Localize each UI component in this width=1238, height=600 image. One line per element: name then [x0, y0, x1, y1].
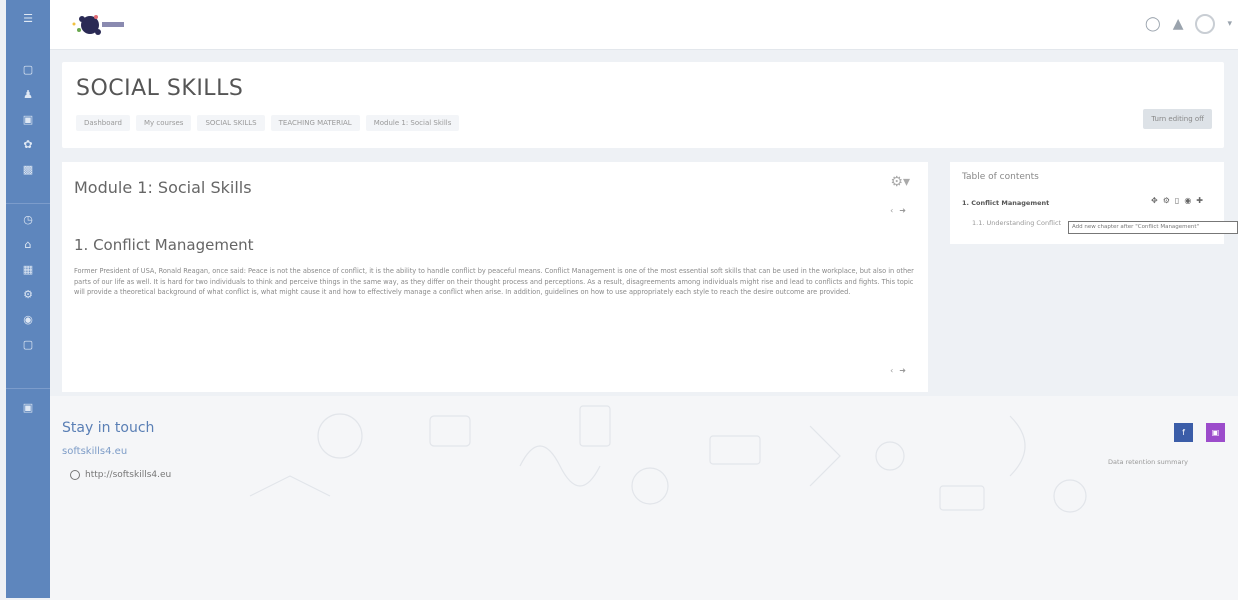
folder-icon[interactable]: ▢ — [6, 58, 50, 80]
files-icon[interactable]: ⚙ — [6, 283, 50, 305]
calendar-icon[interactable]: ▦ — [6, 258, 50, 280]
avatar[interactable] — [1195, 14, 1216, 34]
next-chapter-icon[interactable]: ‹➜ — [890, 206, 912, 215]
lock-icon[interactable]: ▣ — [6, 108, 50, 130]
breadcrumb-dashboard[interactable]: Dashboard — [76, 115, 130, 131]
gear-icon[interactable]: ⚙▾ — [890, 174, 910, 190]
instagram-icon[interactable]: ▣ — [1206, 423, 1225, 442]
turn-editing-off-button[interactable]: Turn editing off — [1143, 109, 1212, 129]
home-icon[interactable]: ⌂ — [6, 233, 50, 255]
nav-rail: ☰ ▢ ♟ ▣ ✿ ▩ ◷ ⌂ ▦ ⚙ ◉ ▢ ▣ — [6, 0, 50, 598]
breadcrumb: Dashboard My courses SOCIAL SKILLS TEACH… — [76, 115, 460, 131]
stay-in-touch-heading: Stay in touch — [62, 420, 155, 436]
globe-icon — [70, 470, 80, 480]
facebook-icon[interactable]: f — [1174, 423, 1193, 442]
chat-icon[interactable]: ◯ — [1145, 16, 1161, 32]
menu-icon[interactable]: ☰ — [6, 7, 50, 29]
breadcrumb-my-courses[interactable]: My courses — [135, 115, 192, 131]
grades-icon[interactable]: ▩ — [6, 158, 50, 180]
book-content: Module 1: Social Skills ⚙▾ ‹➜ 1. Conflic… — [62, 162, 928, 392]
website-url[interactable]: http://softskills4.eu — [85, 470, 171, 480]
settings-icon[interactable]: ✿ — [6, 133, 50, 155]
page-title: SOCIAL SKILLS — [76, 76, 244, 101]
footer-doodle-pattern — [249, 405, 1087, 513]
chapter-tools: ✥⚙▯◉✚ — [1151, 196, 1208, 205]
breadcrumb-module[interactable]: Module 1: Social Skills — [365, 115, 460, 131]
website-link[interactable]: http://softskills4.eu — [70, 470, 171, 480]
settings-icon[interactable]: ⚙ — [1163, 196, 1175, 205]
badge-icon[interactable]: ◉ — [6, 308, 50, 330]
chapter-body: Former President of USA, Ronald Reagan, … — [74, 267, 914, 297]
chevron-down-icon[interactable]: ▾ — [1227, 19, 1232, 29]
site-name: softskills4.eu — [62, 446, 128, 457]
visibility-icon[interactable]: ◉ — [1184, 196, 1196, 205]
course-icon[interactable]: ▣ — [6, 396, 50, 418]
bell-icon[interactable]: ▲ — [1173, 16, 1184, 32]
rail-divider-2 — [6, 388, 50, 389]
top-bar: ◯ ▲ ▾ — [50, 0, 1238, 50]
breadcrumb-section[interactable]: TEACHING MATERIAL — [270, 115, 360, 131]
rail-divider — [6, 203, 50, 204]
footer: Stay in touch softskills4.eu http://soft… — [50, 396, 1238, 600]
toc-subchapter[interactable]: 1.1. Understanding Conflict — [972, 219, 1061, 227]
breadcrumb-course[interactable]: SOCIAL SKILLS — [197, 115, 265, 131]
module-title: Module 1: Social Skills — [74, 178, 252, 197]
data-retention-link[interactable]: Data retention summary — [1108, 458, 1188, 466]
delete-icon[interactable]: ▯ — [1175, 196, 1184, 205]
chapter-title: 1. Conflict Management — [74, 236, 254, 254]
next-page-icon[interactable]: ‹➜ — [890, 366, 912, 375]
people-icon[interactable]: ♟ — [6, 83, 50, 105]
toc-chapter[interactable]: 1. Conflict Management — [962, 199, 1049, 207]
course-folder-icon[interactable]: ▢ — [6, 333, 50, 355]
add-icon[interactable]: ✚ — [1196, 196, 1208, 205]
page-header: SOCIAL SKILLS Dashboard My courses SOCIA… — [62, 62, 1224, 148]
tooltip: Add new chapter after "Conflict Manageme… — [1068, 221, 1238, 234]
site-logo[interactable] — [62, 8, 132, 42]
move-icon[interactable]: ✥ — [1151, 196, 1163, 205]
toc-title: Table of contents — [962, 172, 1039, 182]
clock-icon[interactable]: ◷ — [6, 208, 50, 230]
